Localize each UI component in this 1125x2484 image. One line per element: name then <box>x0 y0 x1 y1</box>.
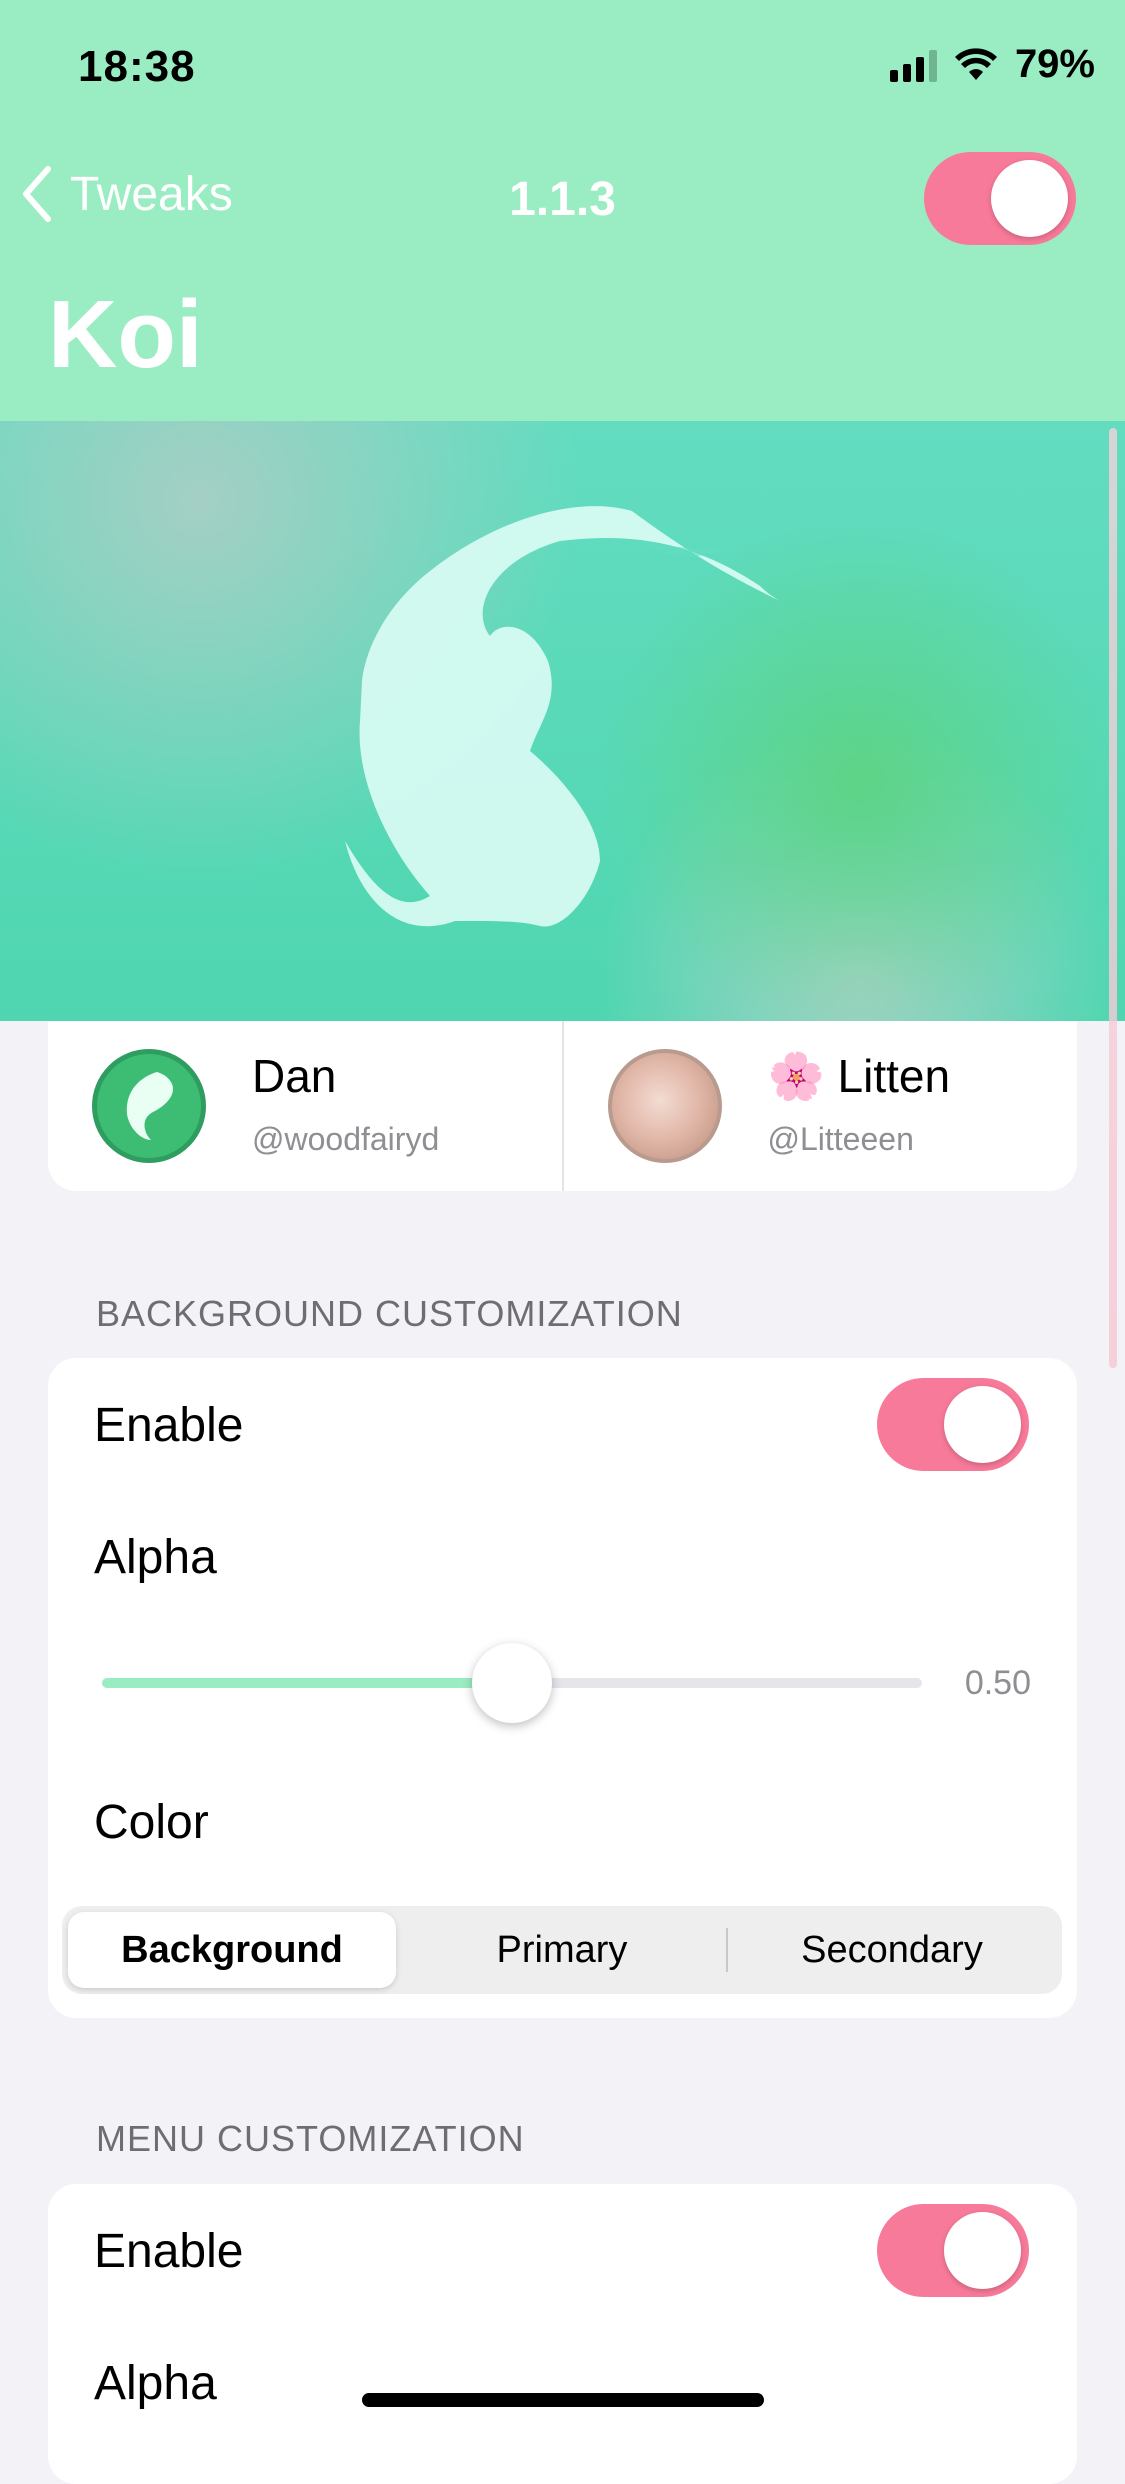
author-name: Dan <box>252 1050 337 1102</box>
back-button[interactable]: Tweaks <box>20 165 233 223</box>
alpha-label: Alpha <box>94 2357 217 2410</box>
chevron-left-icon <box>23 166 51 222</box>
battery-percentage: 79% <box>1014 42 1095 86</box>
segment-primary[interactable]: Primary <box>398 1912 726 1988</box>
toggle-knob <box>944 2212 1021 2289</box>
color-segmented-control: Background Primary Secondary <box>62 1906 1062 1994</box>
status-time: 18:38 <box>78 42 196 91</box>
author-cell-dan[interactable]: Dan @woodfairyd <box>48 1021 562 1191</box>
section-header-background: BACKGROUND CUSTOMIZATION <box>96 1293 683 1334</box>
author-cell-litten[interactable]: 🌸 Litten @Litteeen <box>561 1021 1078 1191</box>
background-settings-card: Enable Alpha 0.50 Color Background Prima… <box>48 1358 1077 2018</box>
menu-settings-card: Enable Alpha <box>48 2184 1077 2484</box>
avatar <box>607 1049 722 1163</box>
enable-label: Enable <box>94 1399 244 1452</box>
author-handle: @Litteeen <box>767 1121 914 1157</box>
authors-card: Dan @woodfairyd 🌸 Litten @Litteeen <box>48 1021 1077 1191</box>
alpha-value: 0.50 <box>964 1664 1031 1702</box>
status-indicators: 79% <box>889 42 1095 87</box>
alpha-label: Alpha <box>94 1531 217 1584</box>
toggle-knob <box>991 160 1068 237</box>
toggle-knob <box>944 1386 1021 1463</box>
cellular-signal-icon <box>889 48 937 82</box>
enable-label: Enable <box>94 2225 244 2278</box>
section-header-menu: MENU CUSTOMIZATION <box>96 2118 525 2159</box>
page-title: Koi <box>48 281 203 388</box>
background-enable-toggle[interactable] <box>877 1378 1029 1471</box>
avatar <box>92 1049 206 1163</box>
back-button-label: Tweaks <box>70 167 233 221</box>
scroll-indicator[interactable] <box>1109 428 1117 1368</box>
author-handle: @woodfairyd <box>252 1121 440 1157</box>
segment-background[interactable]: Background <box>68 1912 396 1988</box>
wifi-icon <box>954 47 997 80</box>
master-enable-toggle[interactable] <box>924 152 1076 245</box>
author-name: 🌸 Litten <box>767 1050 951 1102</box>
color-label: Color <box>94 1796 209 1849</box>
koi-logo-icon <box>126 1072 173 1140</box>
alpha-slider[interactable] <box>102 1643 922 1723</box>
navigation-header: 18:38 79% Tweaks 1.1.3 Koi <box>0 0 1125 421</box>
segment-secondary[interactable]: Secondary <box>728 1912 1056 1988</box>
slider-fill <box>102 1678 512 1688</box>
home-indicator[interactable] <box>362 2393 764 2407</box>
koi-banner <box>0 421 1125 1021</box>
slider-thumb[interactable] <box>472 1643 552 1723</box>
menu-enable-toggle[interactable] <box>877 2204 1029 2297</box>
koi-fish-icon <box>345 506 780 927</box>
